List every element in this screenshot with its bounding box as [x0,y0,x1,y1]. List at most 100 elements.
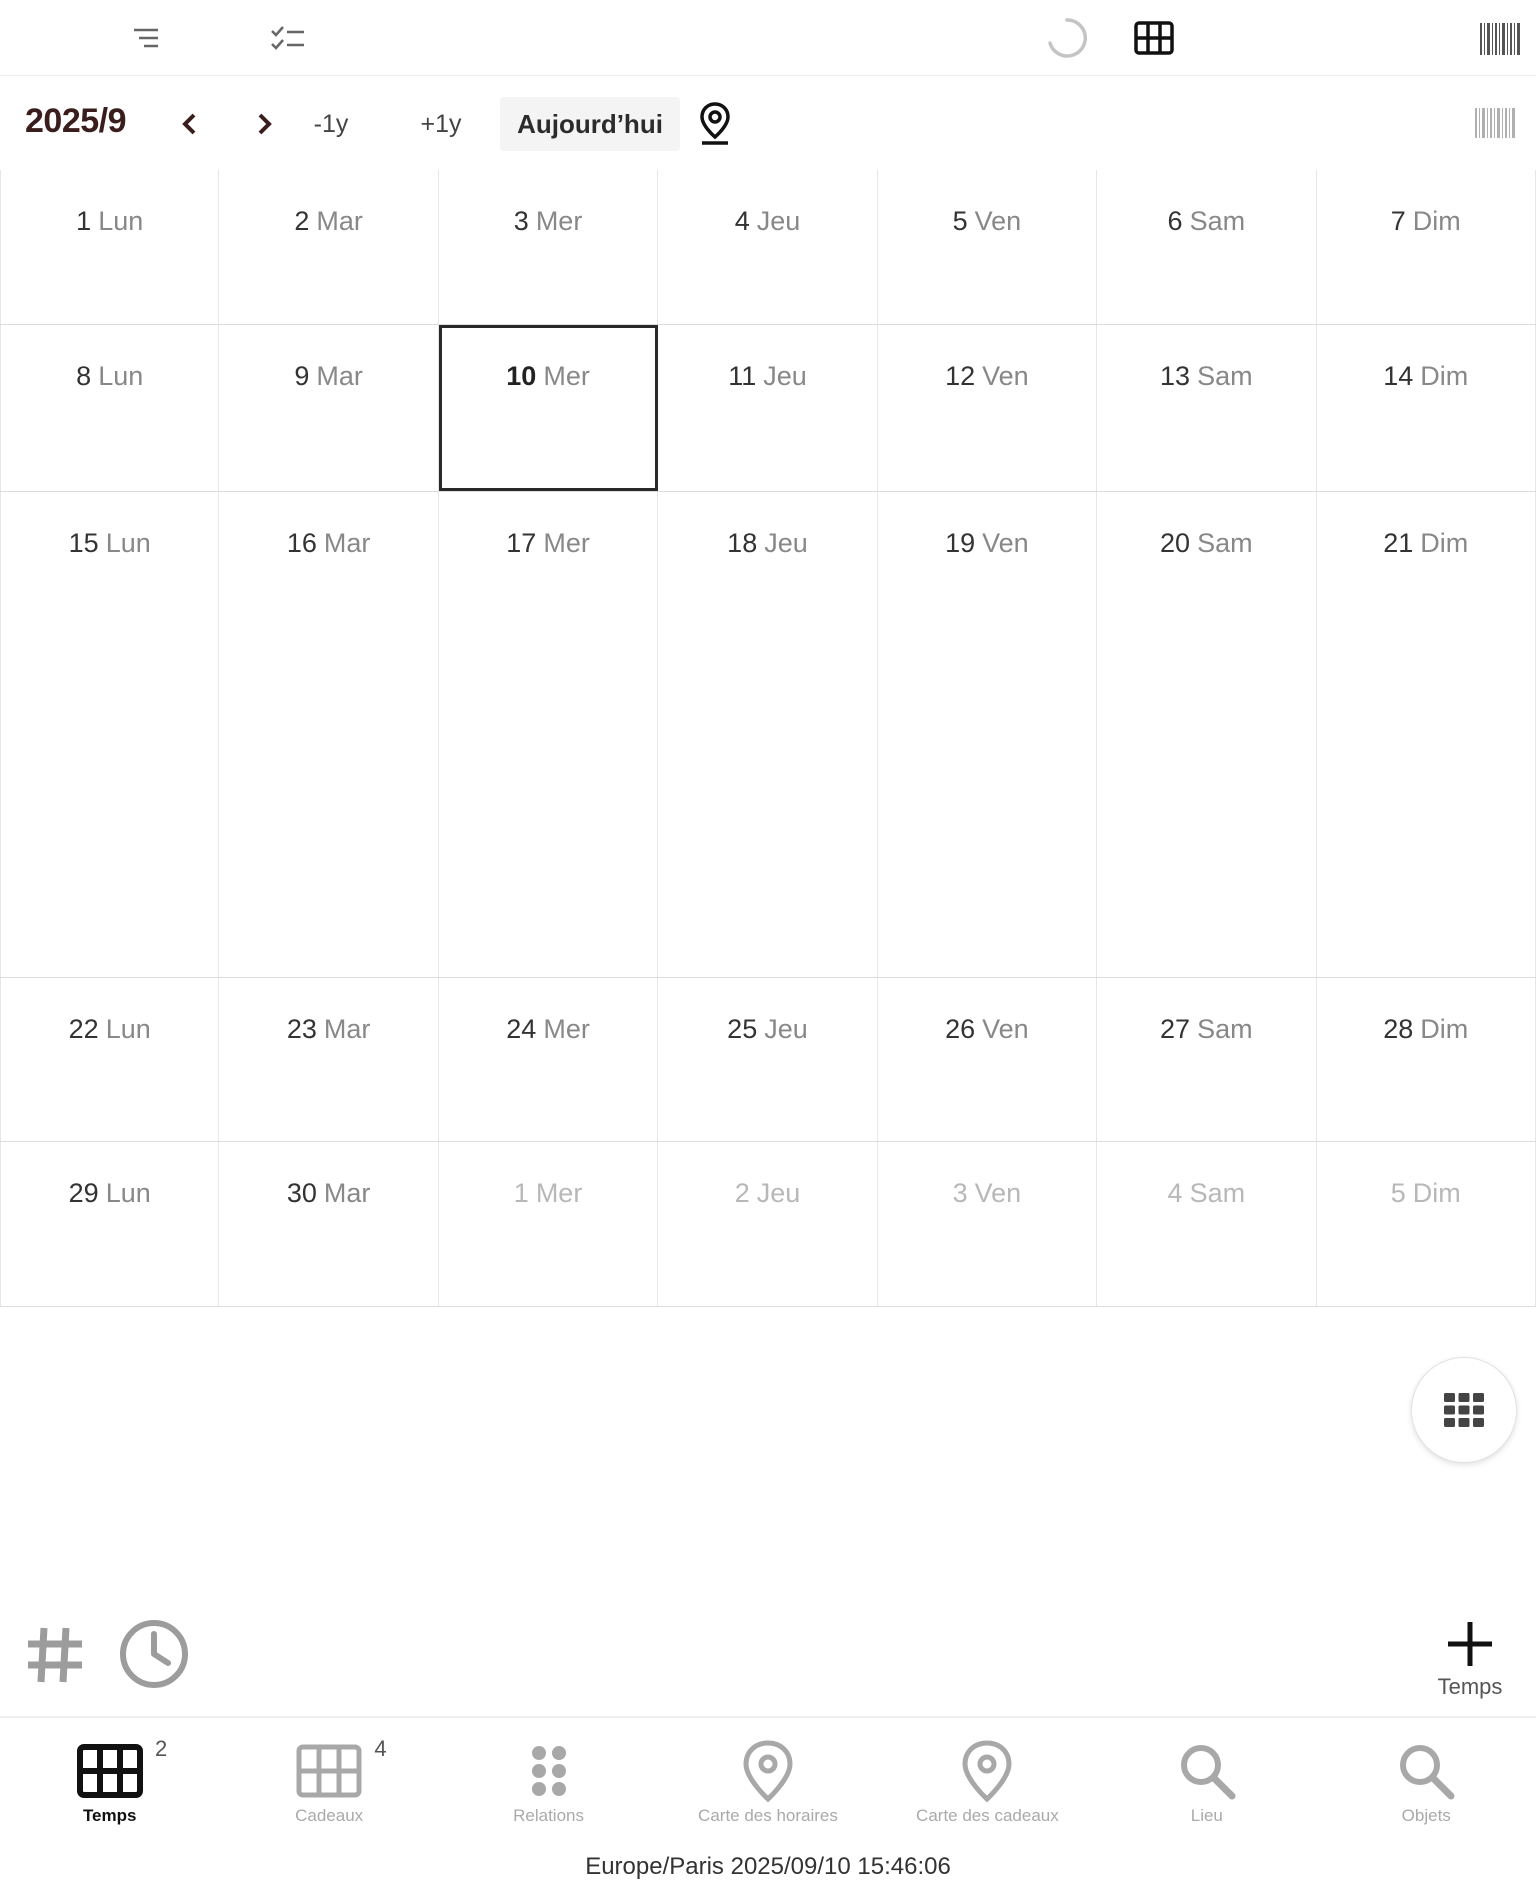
weekday-name: Mar [323,1014,371,1044]
weekday-name: Dim [1412,1178,1461,1208]
checklist-icon[interactable] [268,22,308,54]
weekday-name: Jeu [756,206,801,236]
hashtag-button[interactable] [24,1624,88,1688]
day-cell[interactable]: 4 Sam [1097,1142,1317,1306]
barcode-scan-button[interactable] [1474,106,1516,140]
list-icon[interactable] [130,22,162,54]
day-label: 2 Mar [219,206,437,237]
day-cell[interactable]: 25 Jeu [658,978,878,1141]
day-cell[interactable]: 1 Mer [439,1142,659,1306]
day-label: 2 Jeu [658,1178,876,1209]
day-cell[interactable]: 5 Dim [1317,1142,1536,1306]
weekday-name: Mer [535,1178,583,1208]
day-cell[interactable]: 21 Dim [1317,492,1536,977]
day-cell[interactable]: 17 Mer [439,492,659,977]
tab-carte-des-cadeaux[interactable]: Carte des cadeaux [878,1718,1097,1838]
hashtag-icon [28,1627,82,1683]
tab-temps[interactable]: Temps 2 [0,1718,219,1838]
day-number: 19 [945,528,976,558]
tab-count-badge: 4 [374,1736,387,1761]
weekday-name: Jeu [763,361,807,391]
weekday-name: Lun [105,1014,151,1044]
day-cell[interactable]: 13 Sam [1097,325,1317,491]
tab-label: Temps [82,1806,137,1825]
tab-lieu[interactable]: Lieu [1097,1718,1316,1838]
day-cell[interactable]: 2 Jeu [658,1142,878,1306]
day-cell[interactable]: 18 Jeu [658,492,878,977]
day-number: 2 [734,1178,750,1208]
weekday-name: Sam [1189,1178,1246,1208]
day-cell[interactable]: 23 Mar [219,978,439,1141]
day-label: 12 Ven [878,361,1096,392]
previous-month-button[interactable] [172,104,206,144]
day-cell[interactable]: 24 Mer [439,978,659,1141]
weekday-name: Jeu [756,1178,801,1208]
day-cell[interactable]: 30 Mar [219,1142,439,1306]
clock-icon [120,1620,188,1688]
tab-objets[interactable]: Objets [1317,1718,1536,1838]
barcode-icon[interactable] [1478,22,1522,56]
tab-label: Cadeaux [295,1806,364,1825]
add-time-button[interactable]: Temps [1420,1620,1520,1715]
day-cell[interactable]: 9 Mar [219,325,439,491]
day-cell-today[interactable]: 10 Mer [438,325,659,491]
weekday-name: Sam [1197,361,1253,391]
app-grid-fab[interactable] [1411,1357,1517,1463]
history-button[interactable] [118,1618,192,1692]
day-cell[interactable]: 27 Sam [1097,978,1317,1141]
location-pin-icon [700,102,730,145]
day-label: 3 Mer [439,206,657,237]
weekday-name: Lun [98,206,144,236]
day-cell[interactable]: 28 Dim [1317,978,1536,1141]
week-row: 29 Lun 30 Mar 1 Mer 2 Jeu 3 Ven 4 Sam 5 Dim [0,1142,1536,1307]
location-pin-button[interactable] [694,98,736,148]
day-cell[interactable]: 7 Dim [1317,170,1536,324]
day-cell[interactable]: 3 Ven [878,1142,1098,1306]
day-cell[interactable]: 11 Jeu [658,325,878,491]
day-cell[interactable]: 4 Jeu [658,170,878,324]
day-label: 20 Sam [1097,528,1315,559]
day-cell[interactable]: 8 Lun [0,325,220,491]
day-cell[interactable]: 5 Ven [878,170,1098,324]
map-pin-icon [960,1738,1014,1804]
day-label: 27 Sam [1097,1014,1315,1045]
month-calendar-grid: 1 Lun 2 Mar 3 Mer 4 Jeu 5 Ven 6 Sam 7 Dim 8 Lun 9 Mar 10 Me… [0,170,1536,1307]
tab-relations[interactable]: Relations [439,1718,658,1838]
tab-label: Objets [1401,1806,1451,1825]
tab-cadeaux[interactable]: Cadeaux 4 [219,1718,438,1838]
chevron-right-icon [258,113,272,135]
day-cell[interactable]: 22 Lun [0,978,220,1141]
day-number: 7 [1390,206,1406,236]
day-cell[interactable]: 14 Dim [1317,325,1536,491]
tab-carte-des-horaires[interactable]: Carte des horaires [658,1718,877,1838]
next-month-button[interactable] [248,104,282,144]
day-number: 8 [76,361,92,391]
day-cell[interactable]: 29 Lun [0,1142,220,1306]
day-cell[interactable]: 1 Lun [0,170,220,324]
day-cell[interactable]: 2 Mar [219,170,439,324]
day-cell[interactable]: 16 Mar [219,492,439,977]
day-cell[interactable]: 15 Lun [0,492,220,977]
day-number: 4 [1167,1178,1183,1208]
tab-label: Relations [513,1806,584,1825]
weekday-name: Dim [1420,361,1469,391]
day-label: 5 Ven [878,206,1096,237]
minus-year-button[interactable]: -1y [300,104,362,144]
day-number: 15 [68,528,99,558]
weekday-name: Ven [982,361,1029,391]
weekday-name: Mar [316,361,363,391]
weekday-name: Lun [105,1178,151,1208]
today-button[interactable]: Aujourd’hui [500,97,680,151]
tab-label: Carte des horaires [698,1806,838,1825]
day-cell[interactable]: 26 Ven [878,978,1098,1141]
grid-view-icon[interactable] [1133,18,1175,58]
day-number: 21 [1383,528,1414,558]
day-cell[interactable]: 3 Mer [439,170,659,324]
day-number: 22 [68,1014,99,1044]
day-cell[interactable]: 6 Sam [1097,170,1317,324]
weekday-name: Ven [982,1014,1029,1044]
day-cell[interactable]: 20 Sam [1097,492,1317,977]
day-cell[interactable]: 19 Ven [878,492,1098,977]
day-cell[interactable]: 12 Ven [878,325,1098,491]
plus-year-button[interactable]: +1y [408,104,474,144]
